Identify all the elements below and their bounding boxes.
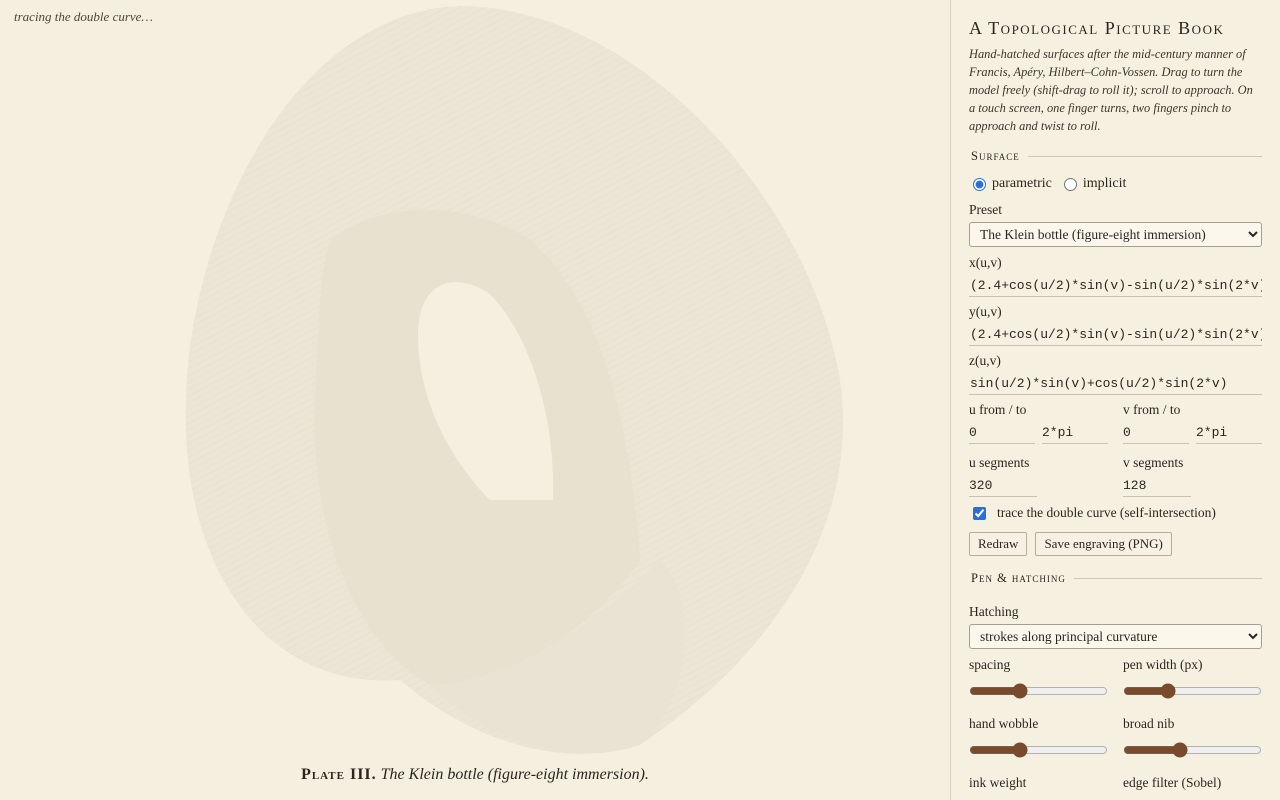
section-rule: [1073, 578, 1262, 579]
double-curve-checkbox[interactable]: [973, 506, 986, 520]
double-curve-option[interactable]: trace the double curve (self-intersectio…: [973, 505, 1262, 521]
panel-title: A Topological Picture Book: [969, 18, 1225, 38]
plate-canvas[interactable]: tracing the double curve… Plate III. The…: [0, 0, 950, 800]
y-expr-input[interactable]: [969, 324, 1262, 346]
section-pen: Pen & hatching: [971, 571, 1262, 586]
panel-description: Hand-hatched surfaces after the mid-cent…: [969, 47, 1253, 133]
x-expr-input[interactable]: [969, 275, 1262, 297]
control-panel: A Topological Picture Book Hand-hatched …: [950, 0, 1280, 800]
klein-bottle-engraving[interactable]: [0, 0, 950, 800]
hatching-label: Hatching: [969, 604, 1019, 619]
broad-nib-label: broad nib: [1123, 716, 1175, 731]
redraw-button[interactable]: Redraw: [969, 532, 1028, 556]
v-from-input[interactable]: [1123, 422, 1189, 444]
section-rule: [1027, 156, 1262, 157]
section-surface-label: Surface: [971, 149, 1020, 163]
v-range-label: v from / to: [1123, 402, 1181, 417]
surface-mode-group: parametric implicit: [973, 176, 1262, 192]
mode-parametric-radio[interactable]: [973, 177, 986, 191]
mode-parametric-label: parametric: [992, 176, 1052, 191]
u-segments-input[interactable]: [969, 475, 1037, 497]
plate-number: Plate III.: [301, 766, 377, 783]
u-to-input[interactable]: [1042, 422, 1108, 444]
v-to-input[interactable]: [1196, 422, 1262, 444]
edge-filter-label: edge filter (Sobel): [1123, 775, 1222, 790]
z-expr-label: z(u,v): [969, 353, 1001, 368]
save-png-button[interactable]: Save engraving (PNG): [1035, 532, 1172, 556]
status-text: tracing the double curve…: [14, 9, 153, 24]
hand-wobble-slider[interactable]: [969, 742, 1108, 758]
z-expr-input[interactable]: [969, 373, 1262, 395]
u-segments-label: u segments: [969, 455, 1030, 470]
mode-implicit-radio[interactable]: [1063, 177, 1077, 191]
u-from-input[interactable]: [969, 422, 1035, 444]
double-curve-label: trace the double curve (self-intersectio…: [997, 505, 1216, 520]
preset-label: Preset: [969, 202, 1002, 217]
broad-nib-slider[interactable]: [1123, 742, 1262, 758]
spacing-label: spacing: [969, 657, 1011, 672]
ink-weight-label: ink weight: [969, 775, 1027, 790]
plate-caption: Plate III. The Klein bottle (figure-eigh…: [0, 766, 950, 784]
pen-width-label: pen width (px): [1123, 657, 1203, 672]
hand-wobble-label: hand wobble: [969, 716, 1039, 731]
x-expr-label: x(u,v): [969, 255, 1002, 270]
mode-implicit-option[interactable]: implicit: [1063, 176, 1127, 192]
y-expr-label: y(u,v): [969, 304, 1002, 319]
preset-select[interactable]: The Klein bottle (figure-eight immersion…: [969, 222, 1262, 247]
pen-width-slider[interactable]: [1123, 683, 1262, 699]
hatching-select[interactable]: strokes along principal curvature: [969, 624, 1262, 649]
section-surface: Surface: [971, 149, 1262, 164]
section-pen-label: Pen & hatching: [971, 571, 1066, 585]
spacing-slider[interactable]: [969, 683, 1108, 699]
v-segments-label: v segments: [1123, 455, 1184, 470]
mode-parametric-option[interactable]: parametric: [973, 176, 1052, 192]
plate-title: The Klein bottle (figure-eight immersion…: [380, 766, 649, 783]
u-range-label: u from / to: [969, 402, 1027, 417]
mode-implicit-label: implicit: [1082, 176, 1127, 191]
v-segments-input[interactable]: [1123, 475, 1191, 497]
